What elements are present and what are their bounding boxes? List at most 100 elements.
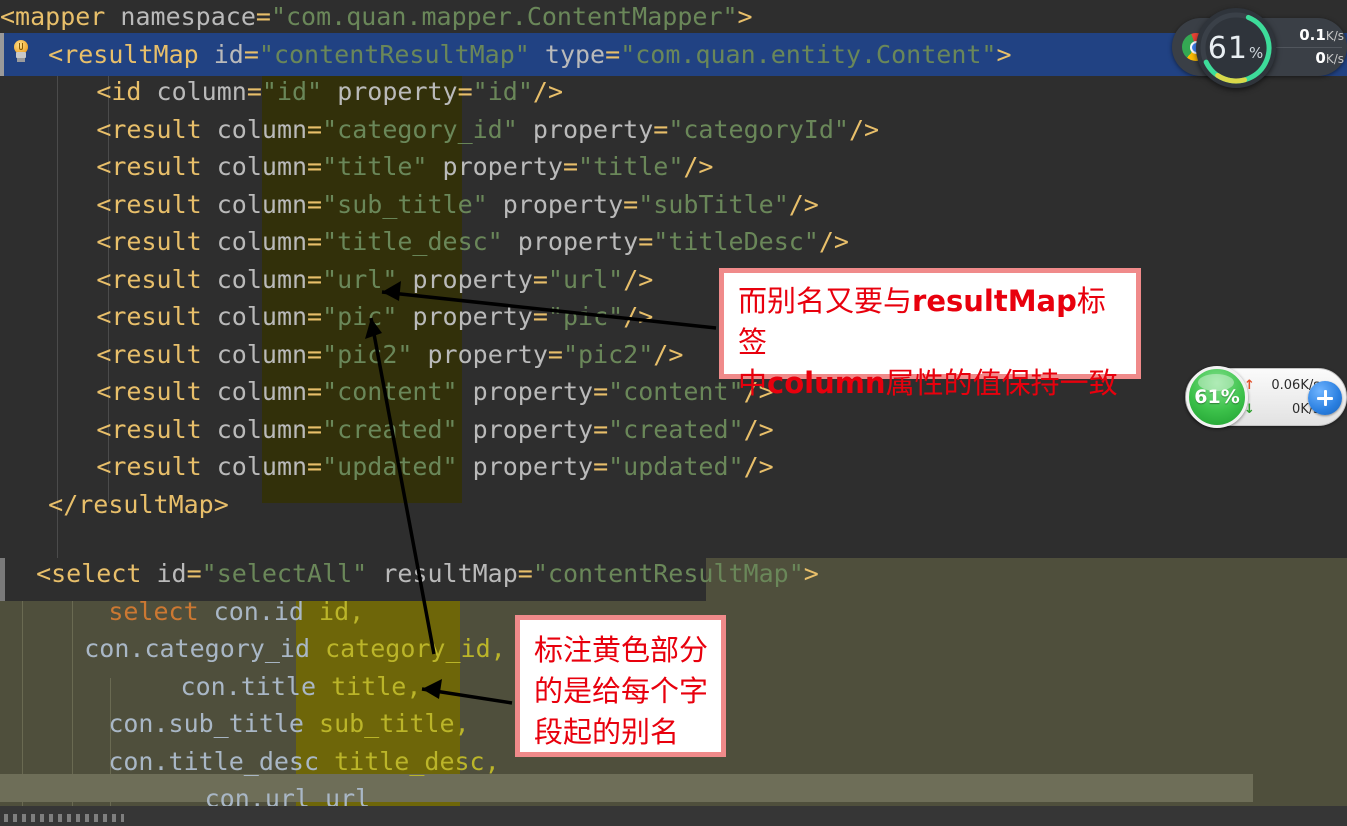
code-token: "titleDesc" [653, 227, 819, 256]
code-line[interactable]: <id column="id" property="id"/> [0, 73, 1347, 111]
code-token: "content" [608, 377, 743, 406]
code-token: column [217, 377, 307, 406]
code-token: = [307, 302, 322, 331]
upload-speed-unit: K/s [1326, 29, 1344, 43]
code-token [202, 340, 217, 369]
code-token: "id" [262, 77, 322, 106]
code-line[interactable]: <result column="pic" property="pic"/> [0, 298, 1347, 336]
code-token: "subTitle" [638, 190, 789, 219]
cpu-usage-gauge-dark[interactable]: 61% [1196, 8, 1276, 88]
code-line[interactable]: <result column="category_id" property="c… [0, 111, 1347, 149]
code-line[interactable]: <result column="sub_title" property="sub… [0, 186, 1347, 224]
code-token: > [738, 2, 753, 31]
screen-root: <mapper namespace="com.quan.mapper.Conte… [0, 0, 1347, 826]
code-line[interactable]: <result column="url" property="url"/> [0, 261, 1347, 299]
code-token: column [217, 227, 307, 256]
code-token [202, 452, 217, 481]
code-token: "contentResultMap" [533, 559, 804, 588]
code-token: "sub_title" [322, 190, 488, 219]
code-token: /> [819, 227, 849, 256]
code-token: select [108, 597, 198, 626]
annotation-text: 属性的值保持一致 [886, 366, 1118, 400]
code-token: /> [849, 115, 879, 144]
code-line[interactable]: con.url url [0, 780, 1347, 806]
code-token: = [307, 190, 322, 219]
code-token: <result [96, 415, 201, 444]
code-token: <result [96, 152, 201, 181]
code-token [199, 40, 214, 69]
code-token: <result [96, 302, 201, 331]
code-token: con.title_desc [108, 747, 334, 776]
code-line[interactable]: <result column="pic2" property="pic2"/> [0, 336, 1347, 374]
code-token [202, 190, 217, 219]
code-line[interactable]: <select id="selectAll" resultMap="conten… [0, 558, 1347, 593]
annotation-line: 段起的别名 [534, 712, 721, 753]
code-line[interactable]: <result column="title_desc" property="ti… [0, 223, 1347, 261]
annotation-text: resultMap [912, 284, 1077, 318]
code-token: = [307, 377, 322, 406]
taskbar-items[interactable] [4, 814, 124, 822]
code-token: = [256, 2, 271, 31]
code-token: = [187, 559, 202, 588]
code-token: /> [623, 302, 653, 331]
code-token: "pic" [548, 302, 623, 331]
code-token: = [458, 77, 473, 106]
code-token: <result [96, 227, 201, 256]
download-speed-value: 0 [1315, 49, 1325, 67]
code-token: "selectAll" [202, 559, 368, 588]
annotation-text: 段起的别名 [534, 715, 679, 749]
code-line[interactable]: </resultMap> [0, 486, 1347, 524]
download-speed-unit: K/s [1326, 52, 1344, 66]
code-token: <result [96, 115, 201, 144]
code-token: "pic2" [563, 340, 653, 369]
cpu-usage-gauge-light[interactable]: 61% [1186, 366, 1248, 428]
code-token: "com.quan.entity.Content" [620, 40, 996, 69]
code-token: property [412, 265, 532, 294]
upload-speed-value: 0.1 [1299, 26, 1326, 44]
code-token: namespace [120, 2, 255, 31]
annotation-text: 而别名又要与 [738, 284, 912, 318]
code-token: = [307, 265, 322, 294]
gloss-highlight [1198, 374, 1234, 391]
code-editor-top-pane[interactable]: <mapper namespace="com.quan.mapper.Conte… [0, 0, 1347, 558]
code-token: property [443, 152, 563, 181]
taskbar[interactable] [0, 806, 1347, 826]
code-line[interactable]: <result column="updated" property="updat… [0, 448, 1347, 486]
code-line[interactable]: <mapper namespace="com.quan.mapper.Conte… [0, 0, 1347, 36]
code-line[interactable]: <resultMap id="contentResultMap" type="c… [0, 36, 1347, 74]
code-token: "title" [322, 152, 427, 181]
code-token [427, 152, 442, 181]
annotation-line: 中column属性的值保持一致 [738, 363, 1124, 404]
code-token: /> [789, 190, 819, 219]
code-token: > [996, 40, 1011, 69]
code-line[interactable]: <result column="content" property="conte… [0, 373, 1347, 411]
expand-plus-button[interactable] [1308, 381, 1342, 415]
code-token: property [473, 452, 593, 481]
code-line[interactable]: <result column="created" property="creat… [0, 411, 1347, 449]
code-token: property [473, 377, 593, 406]
code-token: <result [96, 265, 201, 294]
code-token: column [217, 265, 307, 294]
code-token: = [244, 40, 259, 69]
code-token: con.sub_title [108, 709, 319, 738]
cpu-usage-label: 61% [1196, 8, 1276, 88]
code-token: column [217, 115, 307, 144]
code-token: <select [36, 559, 141, 588]
code-token: /> [744, 415, 774, 444]
code-token [322, 77, 337, 106]
annotation-text: 中 [738, 366, 767, 400]
code-token [202, 377, 217, 406]
percent-sign: % [1249, 44, 1264, 62]
code-token: = [653, 115, 668, 144]
code-line[interactable]: <result column="title" property="title"/… [0, 148, 1347, 186]
code-token: = [638, 227, 653, 256]
code-token: "id" [473, 77, 533, 106]
code-token: = [307, 152, 322, 181]
code-token: id [214, 40, 244, 69]
code-token: /> [683, 152, 713, 181]
code-token [503, 227, 518, 256]
annotation-note-resultmap-column: 而别名又要与resultMap标签中column属性的值保持一致 [719, 268, 1141, 379]
code-token: = [307, 227, 322, 256]
code-token: </resultMap> [48, 490, 229, 519]
code-token: <result [96, 190, 201, 219]
